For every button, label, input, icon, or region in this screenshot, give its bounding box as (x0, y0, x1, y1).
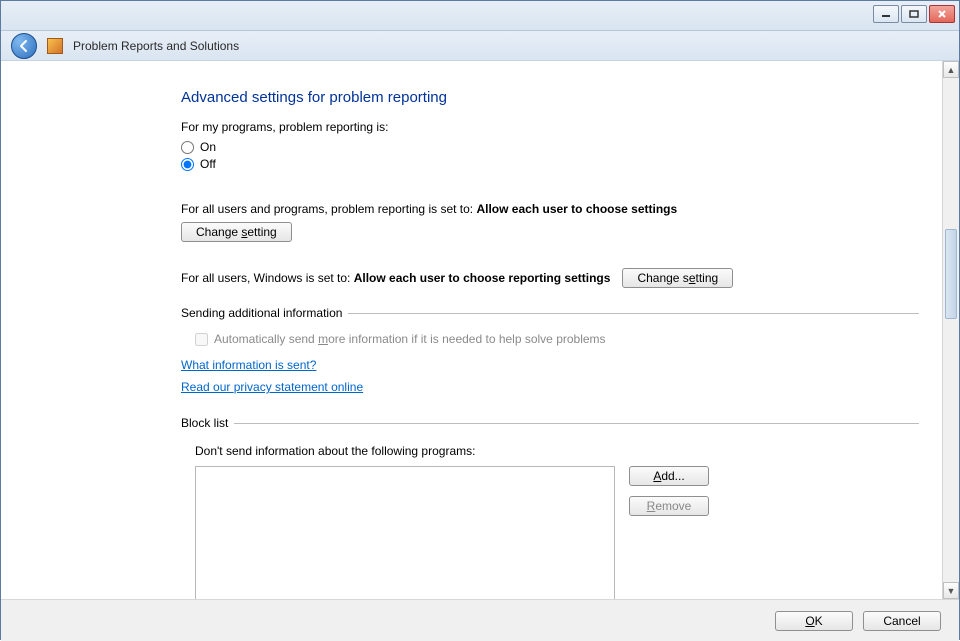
group-block-list: Block list Don't send information about … (181, 416, 919, 599)
remove-button: Remove (629, 496, 709, 516)
all-users-windows-text: For all users, Windows is set to: Allow … (181, 271, 610, 285)
cb-auto-send: Automatically send more information if i… (195, 332, 919, 346)
scroll-up-arrow[interactable]: ▲ (943, 61, 959, 78)
group-sending: Sending additional information Automatic… (181, 306, 919, 398)
all-users-windows-prefix: For all users, Windows is set to: (181, 271, 354, 285)
content: Advanced settings for problem reporting … (1, 61, 959, 599)
vertical-scrollbar[interactable]: ▲ ▼ (942, 61, 959, 599)
change-setting-button-1[interactable]: Change setting (181, 222, 292, 242)
maximize-button[interactable] (901, 5, 927, 23)
minimize-button[interactable] (873, 5, 899, 23)
scroll-down-arrow[interactable]: ▼ (943, 582, 959, 599)
radio-on-input[interactable] (181, 141, 194, 154)
all-users-programs-value: Allow each user to choose settings (476, 202, 677, 216)
radio-on[interactable]: On (181, 140, 919, 154)
page-heading: Advanced settings for problem reporting (181, 89, 919, 106)
scroll-track[interactable] (943, 78, 959, 582)
nav-band: Problem Reports and Solutions (1, 31, 959, 61)
window-buttons (873, 5, 955, 23)
app-icon (47, 38, 63, 54)
cb-auto-send-label: Automatically send more information if i… (214, 332, 606, 346)
radio-on-label: On (200, 140, 216, 154)
all-users-windows-line: For all users, Windows is set to: Allow … (181, 268, 919, 288)
block-list-label: Don't send information about the followi… (195, 444, 919, 458)
group-block-title: Block list (181, 416, 234, 430)
link-what-info[interactable]: What information is sent? (181, 358, 316, 372)
radio-off-input[interactable] (181, 158, 194, 171)
window-title: Problem Reports and Solutions (73, 39, 239, 53)
radio-off-label: Off (200, 157, 216, 171)
all-users-programs-line: For all users and programs, problem repo… (181, 202, 919, 216)
back-button[interactable] (11, 33, 37, 59)
cb-auto-send-input (195, 333, 208, 346)
content-wrap: Advanced settings for problem reporting … (1, 61, 959, 599)
group-sending-title: Sending additional information (181, 306, 348, 320)
my-programs-label: For my programs, problem reporting is: (181, 120, 919, 134)
scroll-thumb[interactable] (945, 229, 957, 319)
radio-off[interactable]: Off (181, 157, 919, 171)
block-list-box[interactable] (195, 466, 615, 599)
all-users-windows-value: Allow each user to choose reporting sett… (354, 271, 611, 285)
link-privacy[interactable]: Read our privacy statement online (181, 380, 363, 394)
titlebar (1, 1, 959, 31)
ok-button[interactable]: OK (775, 611, 853, 631)
footer: OK Cancel (1, 599, 959, 641)
cancel-button[interactable]: Cancel (863, 611, 941, 631)
all-users-programs-prefix: For all users and programs, problem repo… (181, 202, 476, 216)
close-button[interactable] (929, 5, 955, 23)
change-setting-button-2[interactable]: Change setting (622, 268, 733, 288)
add-button[interactable]: Add... (629, 466, 709, 486)
